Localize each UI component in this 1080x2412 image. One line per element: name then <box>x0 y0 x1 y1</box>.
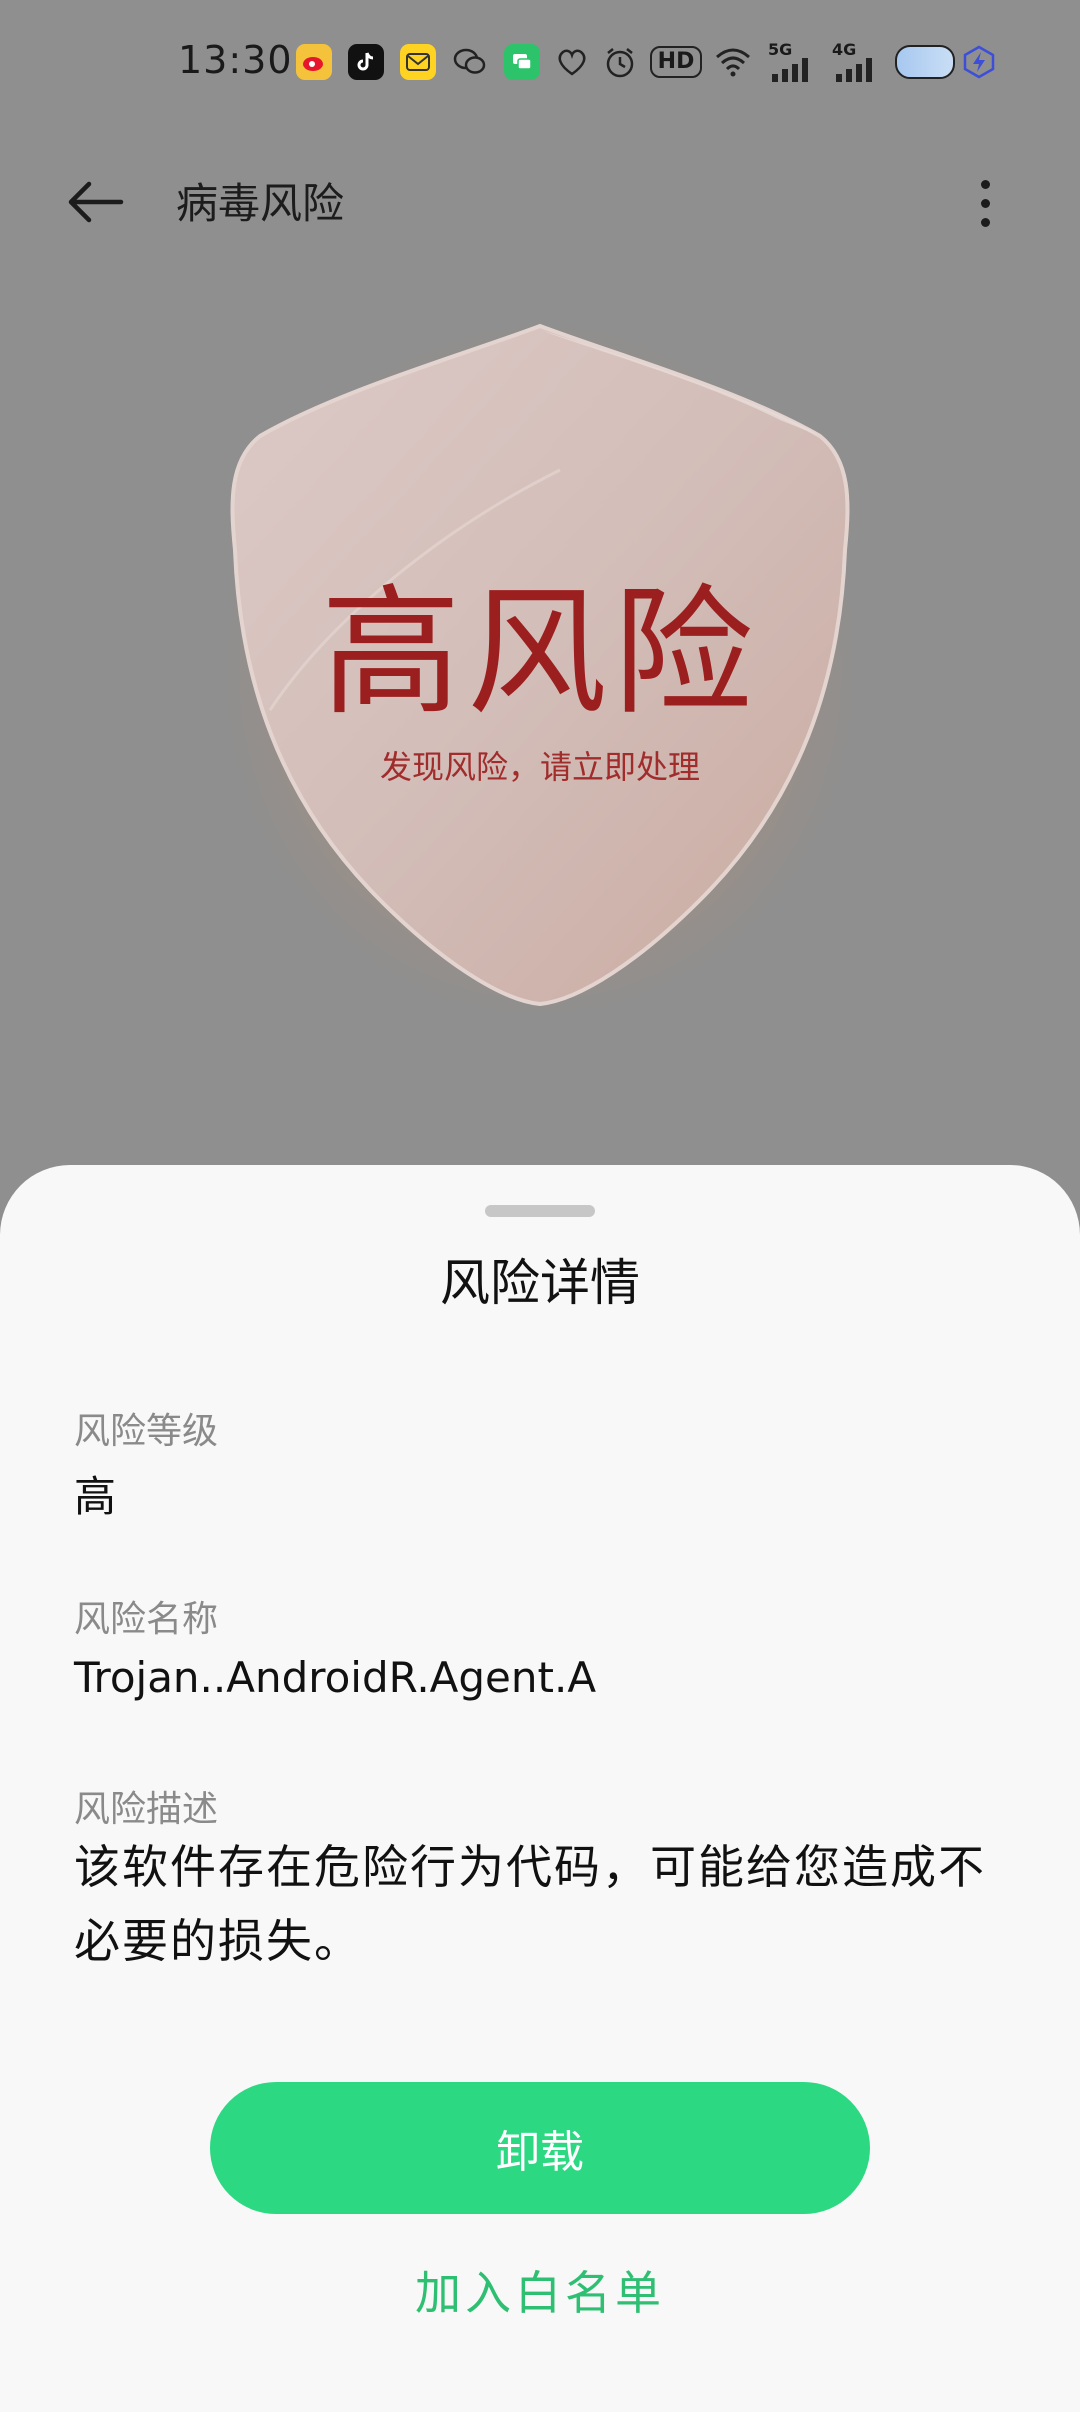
risk-level-heading: 高风险 <box>320 572 759 735</box>
network-4g-label: 4G <box>832 40 857 59</box>
add-to-whitelist-link[interactable]: 加入白名单 <box>0 2257 1080 2323</box>
signal-5g-icon: 5G <box>768 42 822 82</box>
wechat-icon <box>452 44 488 80</box>
shield-graphic: 高风险 发现风险，请立即处理 <box>180 260 900 1080</box>
risk-details-sheet: 风险详情 风险等级 高 风险名称 Trojan..AndroidR.Agent.… <box>0 1165 1080 2412</box>
risk-desc-label: 风险描述 <box>74 1789 219 1830</box>
tiktok-icon <box>348 44 384 80</box>
back-arrow-icon <box>68 181 124 223</box>
network-5g-label: 5G <box>768 40 793 59</box>
weibo-icon <box>296 44 332 80</box>
toolbar: 病毒风险 <box>0 150 1080 250</box>
risk-name-value: Trojan..AndroidR.Agent.A <box>74 1653 597 1702</box>
more-dot-icon <box>980 198 990 208</box>
page-title: 病毒风险 <box>176 179 345 228</box>
sheet-drag-handle[interactable] <box>485 1205 595 1217</box>
risk-subtitle: 发现风险，请立即处理 <box>379 748 700 786</box>
risk-level-value: 高 <box>74 1472 117 1521</box>
more-dot-icon <box>980 179 990 189</box>
signal-4g-icon: 4G <box>832 42 886 82</box>
risk-name-label: 风险名称 <box>74 1599 219 1640</box>
more-dot-icon <box>980 217 990 227</box>
clock: 13:30 <box>178 38 293 82</box>
more-options-button[interactable] <box>955 168 1015 238</box>
hd-label: HD <box>649 46 703 78</box>
hd-icon: HD <box>648 42 704 82</box>
battery-icon <box>892 42 958 82</box>
status-bar: 13:30 HD 5G 4G <box>0 0 1080 120</box>
risk-desc-value: 该软件存在危险行为代码，可能给您造成不必要的损失。 <box>74 1840 986 1968</box>
alarm-icon <box>600 42 640 82</box>
heart-chat-icon <box>552 42 592 82</box>
charging-icon <box>960 42 998 82</box>
messages-icon <box>504 44 540 80</box>
risk-level-label: 风险等级 <box>74 1411 219 1452</box>
sheet-title: 风险详情 <box>440 1254 640 1312</box>
wifi-icon <box>710 42 756 82</box>
uninstall-button[interactable]: 卸载 <box>210 2082 870 2214</box>
mail-icon <box>400 44 436 80</box>
back-button[interactable] <box>60 172 130 232</box>
